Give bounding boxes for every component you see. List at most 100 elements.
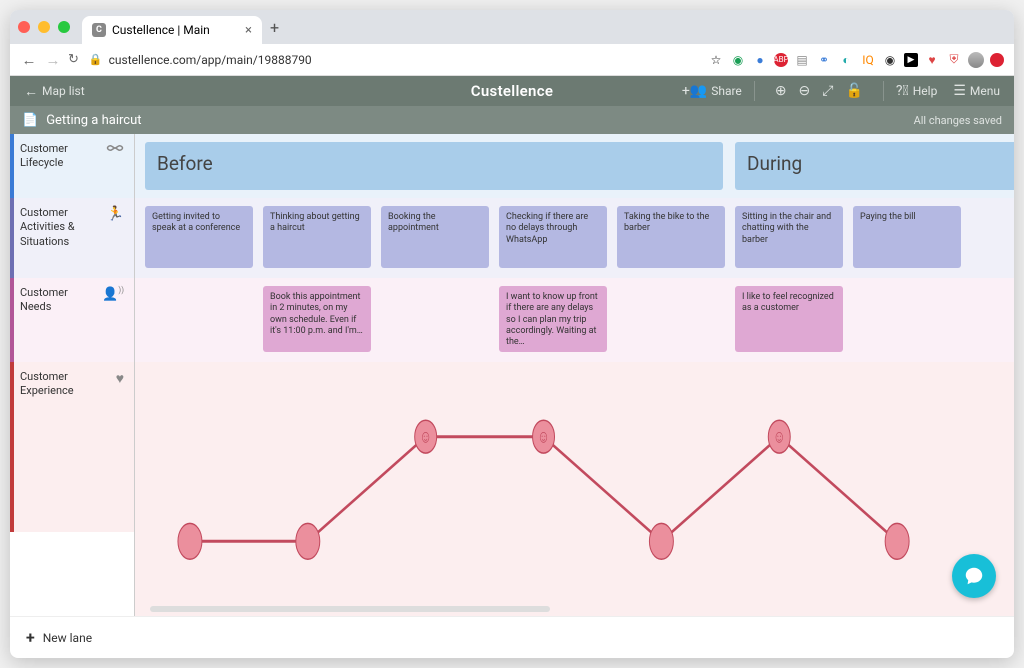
- smiley-icon: ☺: [420, 426, 432, 447]
- help-icon: ?⃝: [896, 83, 909, 99]
- ext-icon[interactable]: ◐: [838, 52, 854, 68]
- ext-icon[interactable]: ◉: [730, 52, 746, 68]
- smiley-icon: ☺: [773, 426, 785, 447]
- extension-icons: ☆ ◉ ● ABP ▤ ⚭ ◐ IQ ◉ ▶ ♥ ⛨: [708, 52, 1004, 68]
- experience-point[interactable]: [296, 523, 320, 559]
- experience-chart: ☺ ☺ ☺: [135, 362, 1014, 616]
- menu-button[interactable]: ☰ Menu: [949, 81, 1004, 101]
- new-lane-label: New lane: [43, 631, 92, 645]
- experience-point[interactable]: [178, 523, 202, 559]
- card: [145, 286, 253, 352]
- card[interactable]: Booking the appointment: [381, 206, 489, 268]
- heart-icon: ♥: [116, 370, 124, 387]
- close-tab-icon[interactable]: ×: [245, 23, 252, 38]
- lane-label[interactable]: Customer Lifecycle: [10, 134, 134, 198]
- tab-title: Custellence | Main: [112, 23, 210, 37]
- help-button[interactable]: ?⃝ Help: [892, 81, 941, 101]
- infinity-icon: [106, 142, 124, 158]
- card: [381, 286, 489, 352]
- ext-icon[interactable]: IQ: [860, 52, 876, 68]
- ext-icon[interactable]: ▤: [794, 52, 810, 68]
- reload-icon[interactable]: ↻: [68, 52, 79, 67]
- maximize-window-icon[interactable]: [58, 21, 70, 33]
- help-label: Help: [913, 84, 938, 98]
- avatar-icon[interactable]: [968, 52, 984, 68]
- phase-card[interactable]: Before: [145, 142, 723, 190]
- document-title[interactable]: Getting a haircut: [46, 113, 141, 128]
- ext-icon[interactable]: ◉: [882, 52, 898, 68]
- browser-tab[interactable]: C Custellence | Main ×: [82, 16, 262, 44]
- share-label: Share: [711, 84, 742, 98]
- ext-icon[interactable]: ⛨: [946, 52, 962, 68]
- experience-point[interactable]: [885, 523, 909, 559]
- lane-labels-column: Customer Lifecycle Customer Activities & …: [10, 134, 135, 616]
- card[interactable]: Checking if there are no delays through …: [499, 206, 607, 268]
- star-icon[interactable]: ☆: [708, 52, 724, 68]
- save-status: All changes saved: [914, 114, 1002, 127]
- menu-label: Menu: [970, 84, 1000, 98]
- smiley-icon: ☺: [537, 426, 549, 447]
- map-body: Customer Lifecycle Customer Activities & …: [10, 134, 1014, 616]
- card: [853, 286, 961, 352]
- lane-row: ☺ ☺ ☺: [135, 362, 1014, 616]
- experience-point[interactable]: [649, 523, 673, 559]
- phase-card[interactable]: During: [735, 142, 1014, 190]
- card[interactable]: Sitting in the chair and chatting with t…: [735, 206, 843, 268]
- plus-icon: +: [26, 628, 35, 647]
- document-bar: 📄 Getting a haircut All changes saved: [10, 106, 1014, 134]
- lane-row: Book this appointment in 2 minutes, on m…: [135, 278, 1014, 362]
- window-controls: [18, 21, 70, 33]
- share-button[interactable]: +👥 Share: [678, 81, 746, 101]
- new-tab-button[interactable]: +: [270, 18, 279, 37]
- card[interactable]: I want to know up front if there are any…: [499, 286, 607, 352]
- card[interactable]: Taking the bike to the barber: [617, 206, 725, 268]
- run-icon: 🏃: [107, 206, 124, 222]
- ext-icon[interactable]: ●: [752, 52, 768, 68]
- zoom-in-icon[interactable]: ⊕: [771, 81, 791, 101]
- lane-name: Customer Experience: [20, 370, 100, 399]
- lane-name: Customer Activities & Situations: [20, 206, 100, 249]
- brand-logo: Custellence: [471, 82, 553, 100]
- app-header: ← Map list Custellence +👥 Share ⊕ ⊖ ⤢ 🔓 …: [10, 76, 1014, 106]
- minimize-window-icon[interactable]: [38, 21, 50, 33]
- ext-icon[interactable]: ▶: [904, 53, 918, 67]
- back-icon[interactable]: ←: [20, 51, 38, 69]
- card: [617, 286, 725, 352]
- card[interactable]: Getting invited to speak at a conference: [145, 206, 253, 268]
- horizontal-scrollbar[interactable]: [150, 606, 550, 612]
- people-plus-icon: +👥: [682, 83, 707, 99]
- card[interactable]: I like to feel recognized as a customer: [735, 286, 843, 352]
- lane-row: BeforeDuring: [135, 134, 1014, 198]
- voice-icon: 👤)): [102, 286, 124, 302]
- hamburger-icon: ☰: [953, 83, 966, 99]
- lane-label[interactable]: Customer Activities & Situations 🏃: [10, 198, 134, 278]
- lane-label[interactable]: Customer Needs👤)): [10, 278, 134, 362]
- new-lane-button[interactable]: + New lane: [10, 616, 1014, 658]
- forward-icon: →: [44, 51, 62, 69]
- lock-icon: 🔒: [89, 53, 103, 66]
- document-icon: 📄: [22, 113, 38, 128]
- favicon-icon: C: [92, 23, 106, 37]
- ext-icon[interactable]: ⚭: [816, 52, 832, 68]
- chat-fab[interactable]: [952, 554, 996, 598]
- card[interactable]: Book this appointment in 2 minutes, on m…: [263, 286, 371, 352]
- chat-icon: [963, 565, 985, 587]
- url-text[interactable]: custellence.com/app/main/19888790: [109, 53, 702, 67]
- browser-address-bar: ← → ↻ 🔒 custellence.com/app/main/1988879…: [10, 44, 1014, 76]
- back-label: Map list: [42, 84, 85, 98]
- ext-icon[interactable]: [990, 53, 1004, 67]
- ext-icon[interactable]: ABP: [774, 53, 788, 67]
- lane-content-column: BeforeDuringGetting invited to speak at …: [135, 134, 1014, 616]
- lane-name: Customer Lifecycle: [20, 142, 100, 171]
- lock-icon[interactable]: 🔓: [841, 81, 866, 101]
- ext-icon[interactable]: ♥: [924, 52, 940, 68]
- browser-tab-strip: C Custellence | Main × +: [10, 10, 1014, 44]
- zoom-out-icon[interactable]: ⊖: [795, 81, 815, 101]
- lane-row: Getting invited to speak at a conference…: [135, 198, 1014, 278]
- lane-label[interactable]: Customer Experience ♥: [10, 362, 134, 532]
- back-to-maps-button[interactable]: ← Map list: [20, 81, 89, 102]
- fullscreen-icon[interactable]: ⤢: [818, 81, 837, 101]
- card[interactable]: Paying the bill: [853, 206, 961, 268]
- card[interactable]: Thinking about getting a haircut: [263, 206, 371, 268]
- close-window-icon[interactable]: [18, 21, 30, 33]
